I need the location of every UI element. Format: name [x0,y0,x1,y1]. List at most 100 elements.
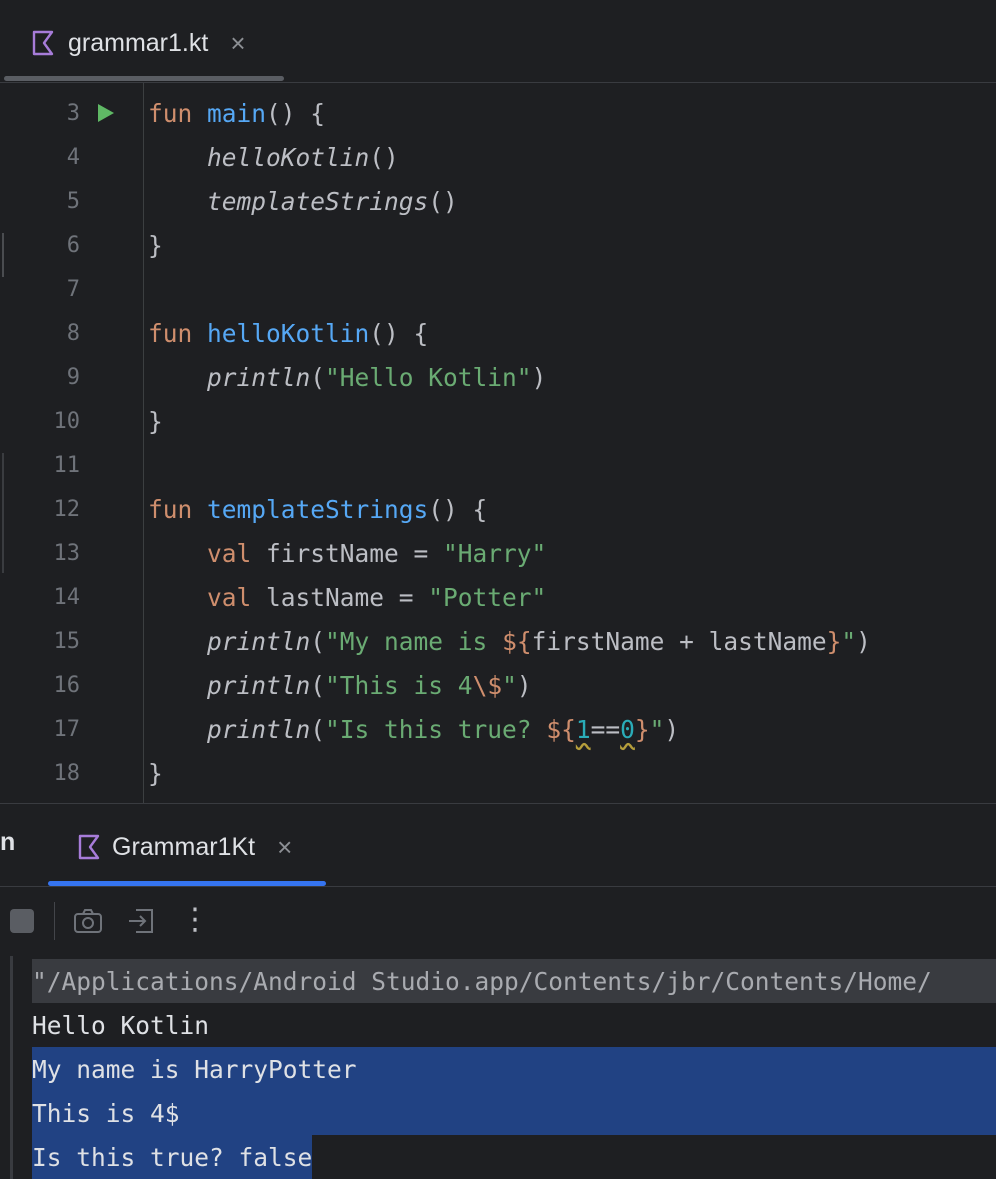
line-number: 7 [66,276,80,302]
line-number: 6 [66,232,80,258]
code-line[interactable]: 17 println("Is this true? ${1==0}") [0,707,996,751]
line-number: 12 [53,496,81,522]
line-number: 8 [66,320,80,346]
code-token: val [207,538,267,568]
run-tab-label: Grammar1Kt [112,832,256,861]
code-text: templateStrings() [148,187,458,216]
code-text: println("This is 4\$") [148,671,532,700]
code-text: fun main() { [148,99,325,128]
code-token: " [502,670,517,700]
code-token: ( [310,362,326,392]
more-icon[interactable]: ⋮ [180,902,212,937]
code-token: } [634,714,650,744]
run-toolbar: ⋮ [0,888,996,954]
code-token: ( [310,670,326,700]
code-text: fun helloKotlin() { [148,319,428,348]
code-line[interactable]: 9 println("Hello Kotlin") [0,355,996,399]
line-number: 18 [53,760,81,786]
tab-scroll-indicator [4,76,284,81]
run-tab-close-icon[interactable]: × [277,832,292,863]
run-tool-window: n Grammar1Kt × ⋮ "/Applications/Android … [0,803,996,1179]
code-token: "This is 4 [325,670,473,700]
code-token: ( [310,626,326,656]
run-gutter-icon[interactable] [95,103,115,123]
run-tab-grammar1kt[interactable]: Grammar1Kt × [76,826,292,868]
code-token: "Is this true? [325,714,547,744]
code-line[interactable]: 4 helloKotlin() [0,135,996,179]
code-token: () { [428,494,488,524]
code-token: ) [531,362,547,392]
code-line[interactable]: 13 val firstName = "Harry" [0,531,996,575]
code-line[interactable]: 3 fun main() { [0,91,996,135]
code-token: () [369,142,399,172]
code-text: } [148,407,163,436]
code-token: fun [148,494,208,524]
line-number: 13 [53,540,81,566]
editor-tab-label: grammar1.kt [68,28,209,57]
tool-window-title: n [0,828,16,856]
code-line[interactable]: 16 println("This is 4\$") [0,663,996,707]
code-text: println("Hello Kotlin") [148,363,546,392]
code-token: } [826,626,842,656]
code-line[interactable]: 7 [0,267,996,311]
code-token: \$ [472,670,503,700]
code-line[interactable]: 8 fun helloKotlin() { [0,311,996,355]
code-token: () [428,186,458,216]
code-token: firstName + lastName [531,626,827,656]
code-line[interactable]: 10} [0,399,996,443]
code-token: println [207,670,311,700]
code-token: 0 [620,714,635,744]
code-line[interactable]: 15 println("My name is ${firstName + las… [0,619,996,663]
code-token: == [590,714,621,744]
code-line[interactable]: 11 [0,443,996,487]
line-number: 3 [66,100,80,126]
code-token: helloKotlin [207,318,370,348]
code-token: println [207,714,311,744]
code-text: } [148,759,163,788]
line-number: 15 [53,628,81,654]
line-number: 14 [53,584,81,610]
code-editor[interactable]: 3 fun main() {4 helloKotlin() 5 templateSt… [0,83,996,803]
kotlin-file-icon [32,30,54,56]
tab-close-icon[interactable]: × [230,28,245,59]
exit-icon[interactable] [126,906,158,936]
code-token: ${ [546,714,576,744]
code-text: val lastName = "Potter" [148,583,546,612]
code-line[interactable]: 18} [0,751,996,795]
editor-tab-bar: grammar1.kt × [0,0,996,83]
console-output[interactable]: "/Applications/Android Studio.app/Conten… [0,956,996,1179]
code-line[interactable]: 6} [0,223,996,267]
code-token: "Harry" [443,538,547,568]
stop-icon[interactable] [10,909,34,933]
code-token: ) [664,714,680,744]
code-token: lastName = [266,582,429,612]
code-token: "My name is [325,626,503,656]
code-token: println [207,626,311,656]
code-line[interactable]: 14 val lastName = "Potter" [0,575,996,619]
code-line[interactable]: 5 templateStrings() [0,179,996,223]
line-number: 16 [53,672,81,698]
code-text: println("My name is ${firstName + lastNa… [148,627,871,656]
run-tab-bar: n Grammar1Kt × [0,804,996,887]
line-number: 4 [66,144,80,170]
code-line[interactable]: 12 fun templateStrings() { [0,487,996,531]
console-output-line: My name is HarryPotter [32,1047,996,1091]
code-token: main [207,98,267,128]
code-token: ${ [502,626,532,656]
editor-tab-grammar1[interactable]: grammar1.kt × [30,22,246,64]
line-number: 5 [66,188,80,214]
line-number: 11 [53,452,81,478]
toolbar-separator [54,902,55,940]
console-gutter [10,956,13,1179]
code-text: val firstName = "Harry" [148,539,546,568]
code-token: println [207,362,311,392]
code-token: templateStrings [207,494,429,524]
code-token: 1 [575,714,591,744]
console-output-line: Hello Kotlin [32,1010,210,1040]
camera-icon[interactable] [72,906,104,936]
